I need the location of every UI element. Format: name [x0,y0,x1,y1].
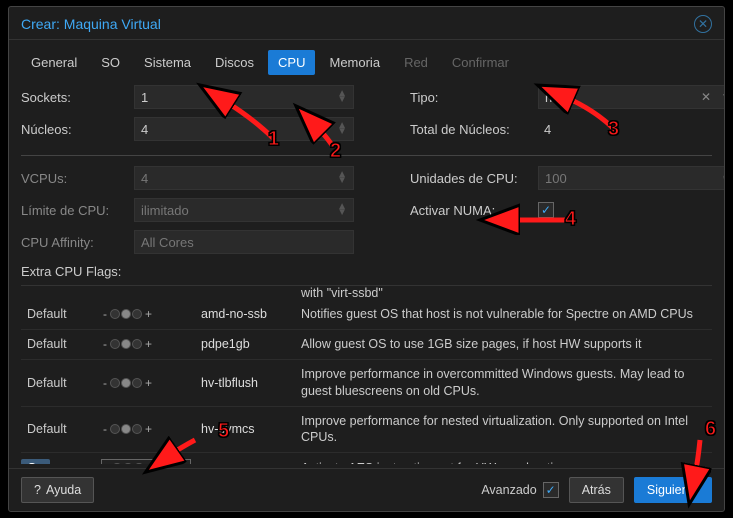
dialog-footer: ? Ayuda Avanzado ✓ Atrás Siguiente [9,468,724,511]
flags-table: with "virt-ssbd" Default - + amd-no-ssb … [21,285,712,464]
limite-input[interactable]: ilimitado ▲▼ [134,198,354,222]
chevron-down-icon[interactable]: ▼ [721,92,724,103]
numa-checkbox[interactable]: ✓ [538,202,554,218]
tab-sistema[interactable]: Sistema [134,50,201,75]
help-label: Ayuda [46,483,81,497]
cpu-basic-grid: Sockets: 1 ▲▼ Tipo: host ✕ ▼ Núcleos: 4 … [21,85,712,141]
flag-row: Default - + hv-tlbflush Improve performa… [21,360,712,407]
numa-checkbox-wrap: ✓ [538,202,724,218]
flag-name: amd-no-ssb [201,307,291,321]
sockets-value: 1 [141,90,148,105]
create-vm-dialog: Crear: Maquina Virtual ✕ General SO Sist… [8,6,725,512]
flag-row: Default - + hv-evmcs Improve performance… [21,407,712,454]
spinner-icon[interactable]: ▲▼ [337,204,347,216]
sockets-label: Sockets: [21,90,126,105]
nucleos-label: Núcleos: [21,122,126,137]
flag-toggle[interactable]: - + [101,337,191,351]
clear-icon[interactable]: ✕ [701,90,711,104]
footer-right: Avanzado ✓ Atrás Siguiente [481,477,712,503]
unidades-value: 100 [545,171,567,186]
spinner-icon[interactable]: ▲▼ [337,123,347,135]
flag-state: Default [21,337,91,351]
flag-state: On [21,459,50,464]
tipo-input[interactable]: host ✕ ▼ [538,85,724,109]
title-bar: Crear: Maquina Virtual ✕ [9,7,724,40]
flag-state: Default [21,307,91,321]
flag-name: hv-evmcs [201,422,291,436]
cpu-adv-grid: VCPUs: 4 ▲▼ Unidades de CPU: 100 ▲▼ Lími… [21,166,712,254]
tab-general[interactable]: General [21,50,87,75]
nucleos-input[interactable]: 4 ▲▼ [134,117,354,141]
dialog-title: Crear: Maquina Virtual [21,16,161,32]
flag-desc: Improve performance in overcommitted Win… [301,366,712,400]
wizard-tabs: General SO Sistema Discos CPU Memoria Re… [9,40,724,85]
tipo-value: host [545,90,570,105]
flag-desc: Improve performance for nested virtualiz… [301,413,712,447]
advanced-label: Avanzado [481,483,536,497]
tab-memoria[interactable]: Memoria [319,50,390,75]
flag-desc: Allow guest OS to use 1GB size pages, if… [301,336,712,353]
limite-label: Límite de CPU: [21,203,126,218]
flag-toggle[interactable]: - + [101,307,191,321]
flag-desc: Notifies guest OS that host is not vulne… [301,306,712,323]
help-button[interactable]: ? Ayuda [21,477,94,503]
tab-red: Red [394,50,438,75]
dialog-body: Sockets: 1 ▲▼ Tipo: host ✕ ▼ Núcleos: 4 … [9,85,724,468]
advanced-checkbox[interactable]: ✓ [543,482,559,498]
flag-state: Default [21,376,91,390]
flag-toggle[interactable]: - + [101,376,191,390]
flag-name: pdpe1gb [201,337,291,351]
close-icon[interactable]: ✕ [694,15,712,33]
flag-desc-cutoff: with "virt-ssbd" [21,286,712,300]
advanced-toggle[interactable]: Avanzado ✓ [481,482,558,498]
separator [21,155,712,156]
tipo-label: Tipo: [410,90,530,105]
flag-desc: Activate AES instruction set for HW acce… [301,460,712,464]
flag-name: aes [201,461,291,464]
unidades-input[interactable]: 100 ▲▼ [538,166,724,190]
flag-row: On - + aes Activate AES instruction set … [21,453,712,464]
back-button[interactable]: Atrás [569,477,624,503]
total-label: Total de Núcleos: [410,122,530,137]
unidades-label: Unidades de CPU: [410,171,530,186]
flag-state: Default [21,422,91,436]
spinner-icon[interactable]: ▲▼ [337,91,347,103]
numa-label: Activar NUMA: [410,203,530,218]
total-value: 4 [538,117,724,141]
tab-so[interactable]: SO [91,50,130,75]
vcpus-value: 4 [141,171,148,186]
sockets-input[interactable]: 1 ▲▼ [134,85,354,109]
flag-row: Default - + amd-no-ssb Notifies guest OS… [21,300,712,330]
nucleos-value: 4 [141,122,148,137]
tab-confirmar: Confirmar [442,50,519,75]
tab-discos[interactable]: Discos [205,50,264,75]
next-button[interactable]: Siguiente [634,477,712,503]
affinity-label: CPU Affinity: [21,235,126,250]
vcpus-input[interactable]: 4 ▲▼ [134,166,354,190]
help-icon: ? [34,483,41,497]
affinity-input[interactable]: All Cores [134,230,354,254]
vcpus-label: VCPUs: [21,171,126,186]
spinner-icon[interactable]: ▲▼ [337,172,347,184]
spinner-icon[interactable]: ▲▼ [721,172,724,184]
tab-cpu[interactable]: CPU [268,50,315,75]
extra-flags-label: Extra CPU Flags: [21,264,712,279]
flag-toggle[interactable]: - + [101,422,191,436]
flag-toggle[interactable]: - + [101,459,191,464]
flag-name: hv-tlbflush [201,376,291,390]
affinity-value: All Cores [141,235,194,250]
flag-row: Default - + pdpe1gb Allow guest OS to us… [21,330,712,360]
limite-value: ilimitado [141,203,189,218]
